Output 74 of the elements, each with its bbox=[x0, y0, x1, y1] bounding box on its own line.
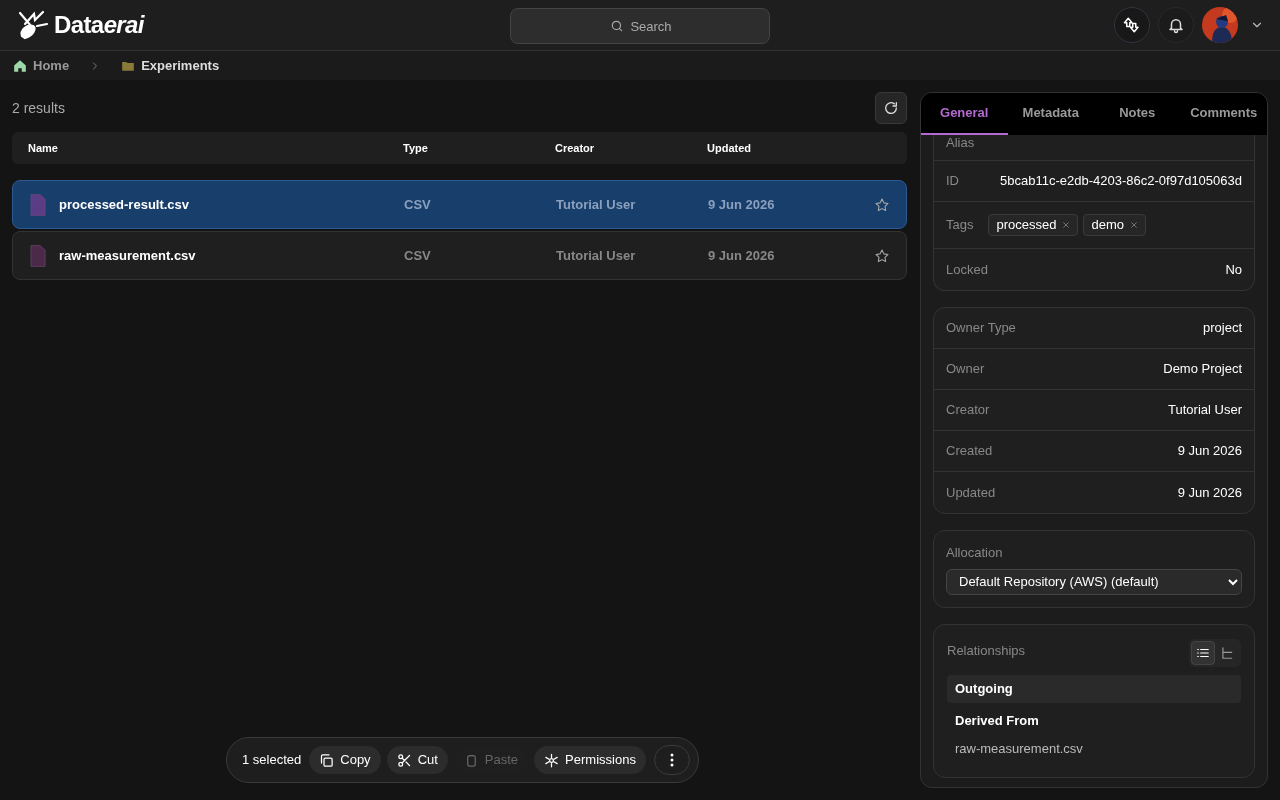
field-label: Allocation bbox=[946, 544, 1004, 562]
refresh-icon bbox=[883, 100, 899, 116]
action-button[interactable]: Permissions bbox=[534, 746, 646, 774]
search-field[interactable]: Search bbox=[510, 8, 770, 44]
logo-text: Dataerai bbox=[54, 10, 144, 40]
tab[interactable]: Notes bbox=[1094, 93, 1181, 135]
table-cell-text: Tutorial User bbox=[556, 246, 637, 265]
more-icon bbox=[669, 753, 674, 767]
copy-icon bbox=[319, 752, 335, 768]
close-icon bbox=[1130, 221, 1138, 229]
view-toggle-button[interactable] bbox=[1191, 640, 1215, 665]
field-value: 9 Jun 2026 bbox=[1177, 442, 1242, 461]
field-value: Tutorial User bbox=[1168, 401, 1242, 420]
field-value: No bbox=[1225, 260, 1242, 279]
action-button[interactable]: Cut bbox=[386, 746, 448, 774]
file-icon bbox=[29, 243, 47, 268]
file-name: raw-measurement.csv bbox=[59, 246, 196, 265]
breadcrumb-link[interactable]: Home bbox=[13, 55, 70, 76]
refresh-button[interactable] bbox=[875, 92, 907, 124]
field-value: 9 Jun 2026 bbox=[1177, 483, 1242, 502]
tag-chip[interactable]: demo bbox=[1083, 214, 1146, 236]
field-label: Owner bbox=[946, 360, 985, 379]
related-file-link[interactable]: raw-measurement.csv bbox=[947, 736, 1241, 761]
search-icon bbox=[610, 19, 624, 33]
tree-icon bbox=[1220, 645, 1234, 660]
star-icon bbox=[874, 196, 890, 213]
breadcrumb-link[interactable]: Experiments bbox=[121, 55, 220, 76]
field-value: Demo Project bbox=[1163, 360, 1242, 379]
column-header: Updated bbox=[707, 140, 752, 156]
column-header: Creator bbox=[555, 140, 596, 156]
home-icon bbox=[13, 58, 27, 73]
close-icon bbox=[1062, 221, 1071, 229]
star-button[interactable] bbox=[874, 196, 890, 213]
field-label: ID bbox=[946, 172, 959, 191]
field-label: Owner Type bbox=[946, 319, 1016, 338]
logo-icon bbox=[16, 10, 50, 40]
field-value: 5bcab11c-e2db-4203-86c2-0f97d105063d bbox=[1000, 172, 1242, 191]
table-row[interactable]: raw-measurement.csv CSV Tutorial User 9 Jun 2026 bbox=[12, 231, 907, 280]
table-cell-text: CSV bbox=[404, 195, 432, 214]
action-button[interactable]: Copy bbox=[309, 746, 381, 774]
allocation-select[interactable]: Default Repository (AWS) (default) bbox=[946, 568, 1242, 595]
field-label: Updated bbox=[946, 483, 996, 502]
field-value: project bbox=[1202, 319, 1242, 338]
field-label: Tags bbox=[946, 216, 974, 235]
column-header: Name bbox=[28, 140, 59, 156]
scissors-icon bbox=[396, 752, 412, 768]
section-title: Relationships bbox=[947, 641, 1026, 660]
tab[interactable]: Comments bbox=[1180, 93, 1267, 135]
file-name: processed-result.csv bbox=[59, 195, 190, 214]
table-cell-text: 9 Jun 2026 bbox=[708, 195, 776, 214]
column-header: Type bbox=[403, 140, 429, 156]
star-icon bbox=[874, 247, 890, 264]
tab[interactable]: Metadata bbox=[1007, 93, 1094, 135]
network-icon bbox=[544, 752, 560, 768]
table-cell-text: Tutorial User bbox=[556, 195, 637, 214]
sync-button[interactable] bbox=[1114, 7, 1150, 43]
bell-icon bbox=[1167, 16, 1185, 34]
table-cell-text: 9 Jun 2026 bbox=[708, 246, 776, 265]
group-label: Derived From bbox=[954, 711, 1040, 730]
arrows-icon bbox=[1123, 15, 1141, 35]
field-label: Alias bbox=[946, 134, 975, 152]
results-count: 2 results bbox=[12, 98, 65, 118]
file-icon bbox=[29, 192, 47, 217]
field-label: Created bbox=[946, 442, 993, 461]
avatar-button[interactable] bbox=[1202, 7, 1238, 43]
tag-chip[interactable]: processed bbox=[988, 214, 1079, 236]
section-header: Outgoing bbox=[947, 674, 1241, 703]
table-cell-text: CSV bbox=[404, 246, 432, 265]
field-label: Creator bbox=[946, 401, 990, 420]
field-label: Locked bbox=[946, 260, 988, 279]
star-button[interactable] bbox=[874, 247, 890, 264]
table-row[interactable]: processed-result.csv CSV Tutorial User 9 Jun 2026 bbox=[12, 180, 907, 229]
selection-count: 1 selected bbox=[242, 751, 302, 770]
notifications-button[interactable] bbox=[1158, 7, 1194, 43]
